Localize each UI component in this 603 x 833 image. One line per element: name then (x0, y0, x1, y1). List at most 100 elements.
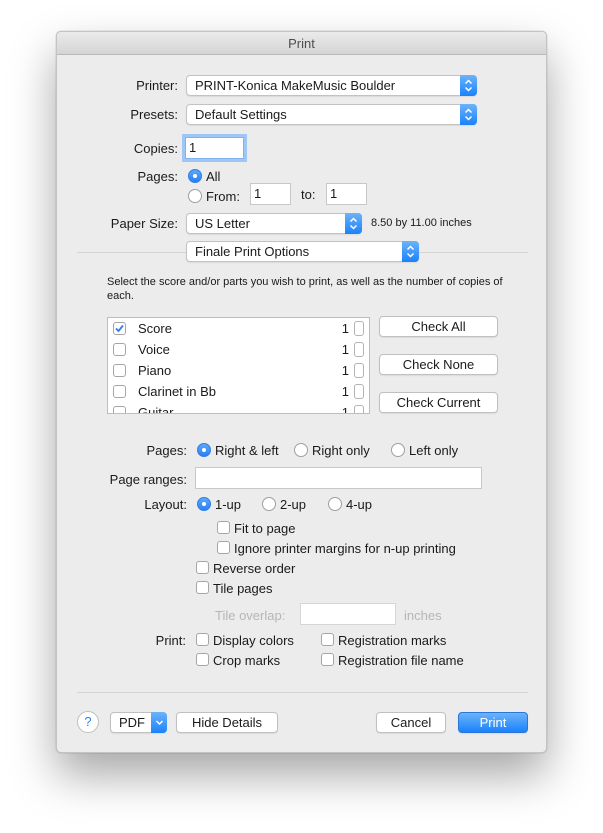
crop-marks-checkbox[interactable] (196, 653, 209, 666)
finale-description: Select the score and/or parts you wish t… (107, 276, 503, 302)
part-copies: 1 (341, 363, 349, 378)
finale-pages-label: Pages: (146, 443, 187, 458)
paper-size-value: US Letter (195, 216, 250, 231)
help-icon[interactable]: ? (77, 711, 99, 733)
pages-all-radio[interactable] (188, 169, 202, 183)
chevron-updown-icon (402, 241, 419, 262)
print-options-label: Print: (155, 633, 186, 648)
layout-1up-label: 1-up (215, 497, 242, 512)
window-title: Print (57, 32, 546, 55)
part-copies: 1 (341, 384, 349, 399)
pages-right-only-label: Right only (312, 443, 370, 458)
reverse-order-checkbox[interactable] (196, 561, 209, 574)
pages-all-label: All (206, 169, 221, 184)
cancel-button[interactable]: Cancel (376, 712, 446, 733)
check-all-button[interactable]: Check All (379, 316, 498, 337)
print-button[interactable]: Print (458, 712, 528, 733)
part-name: Clarinet in Bb (138, 384, 217, 399)
registration-marks-checkbox[interactable] (321, 633, 334, 646)
registration-marks-label: Registration marks (338, 633, 447, 648)
tile-overlap-field[interactable] (300, 603, 396, 625)
list-item[interactable]: Guitar 1 (108, 402, 369, 414)
presets-label: Presets: (130, 107, 178, 122)
pdf-label: PDF (119, 715, 145, 730)
chevron-updown-icon (460, 75, 477, 96)
paper-size-label: Paper Size: (110, 216, 178, 231)
section-value: Finale Print Options (195, 244, 310, 259)
section-popup[interactable]: Finale Print Options (186, 241, 419, 262)
layout-2up-radio[interactable] (262, 497, 276, 511)
parts-list[interactable]: Score 1 Voice 1 Piano 1 Clarinet in Bb 1… (107, 317, 370, 414)
pages-to-label: to: (301, 187, 316, 202)
printer-popup[interactable]: PRINT-Konica MakeMusic Boulder (186, 75, 477, 96)
check-current-button[interactable]: Check Current (379, 392, 498, 413)
pages-right-left-radio[interactable] (197, 443, 211, 457)
ignore-margins-label: Ignore printer margins for n-up printing (234, 541, 456, 556)
part-name: Score (138, 321, 172, 336)
display-colors-label: Display colors (213, 633, 294, 648)
pages-from-label: From: (206, 189, 240, 204)
pdf-menu-button[interactable]: PDF (110, 712, 167, 733)
display-colors-checkbox[interactable] (196, 633, 209, 646)
copies-stepper[interactable] (354, 321, 364, 336)
printer-value: PRINT-Konica MakeMusic Boulder (195, 78, 396, 93)
part-name: Piano (138, 363, 172, 378)
copies-stepper[interactable] (354, 363, 364, 378)
chevron-updown-icon (460, 104, 477, 125)
page-ranges-label: Page ranges: (109, 472, 187, 487)
part-checkbox[interactable] (113, 343, 126, 356)
check-none-button[interactable]: Check None (379, 354, 498, 375)
part-checkbox[interactable] (113, 385, 126, 398)
part-name: Voice (138, 342, 170, 357)
layout-4up-radio[interactable] (328, 497, 342, 511)
paper-dimensions: 8.50 by 11.00 inches (371, 217, 472, 229)
part-name: Guitar (138, 405, 174, 414)
pages-from-radio[interactable] (188, 189, 202, 203)
tile-overlap-unit: inches (404, 608, 442, 623)
hide-details-button[interactable]: Hide Details (176, 712, 278, 733)
pages-label: Pages: (137, 169, 178, 184)
copies-stepper[interactable] (354, 405, 364, 413)
ignore-margins-checkbox[interactable] (217, 541, 230, 554)
list-item[interactable]: Voice 1 (108, 339, 369, 360)
part-copies: 1 (341, 342, 349, 357)
layout-4up-label: 4-up (346, 497, 373, 512)
pages-left-only-label: Left only (409, 443, 459, 458)
crop-marks-label: Crop marks (213, 653, 281, 668)
part-checkbox[interactable] (113, 406, 126, 413)
part-copies: 1 (341, 405, 349, 414)
chevron-down-icon (151, 712, 167, 733)
copies-stepper[interactable] (354, 342, 364, 357)
registration-file-name-label: Registration file name (338, 653, 464, 668)
pages-from-field[interactable]: 1 (250, 183, 291, 205)
layout-label: Layout: (144, 497, 187, 512)
pages-to-field[interactable]: 1 (326, 183, 367, 205)
presets-popup[interactable]: Default Settings (186, 104, 477, 125)
pages-left-only-radio[interactable] (391, 443, 405, 457)
print-dialog: Print Printer: PRINT-Konica MakeMusic Bo… (56, 31, 547, 753)
part-checkbox[interactable] (113, 364, 126, 377)
copies-field[interactable]: 1 (185, 137, 244, 159)
part-copies: 1 (341, 321, 349, 336)
layout-1up-radio[interactable] (197, 497, 211, 511)
pages-right-left-label: Right & left (215, 443, 279, 458)
footer-divider (77, 692, 528, 693)
tile-pages-label: Tile pages (213, 581, 273, 596)
list-item[interactable]: Score 1 (108, 318, 369, 339)
fit-to-page-label: Fit to page (234, 521, 296, 536)
list-item[interactable]: Clarinet in Bb 1 (108, 381, 369, 402)
printer-label: Printer: (136, 78, 178, 93)
reverse-order-label: Reverse order (213, 561, 296, 576)
page-ranges-field[interactable] (195, 467, 482, 489)
pages-right-only-radio[interactable] (294, 443, 308, 457)
list-item[interactable]: Piano 1 (108, 360, 369, 381)
fit-to-page-checkbox[interactable] (217, 521, 230, 534)
part-checkbox[interactable] (113, 322, 126, 335)
paper-size-popup[interactable]: US Letter (186, 213, 362, 234)
layout-2up-label: 2-up (280, 497, 307, 512)
registration-file-name-checkbox[interactable] (321, 653, 334, 666)
copies-label: Copies: (133, 141, 178, 156)
copies-stepper[interactable] (354, 384, 364, 399)
tile-overlap-label: Tile overlap: (215, 608, 286, 623)
tile-pages-checkbox[interactable] (196, 581, 209, 594)
